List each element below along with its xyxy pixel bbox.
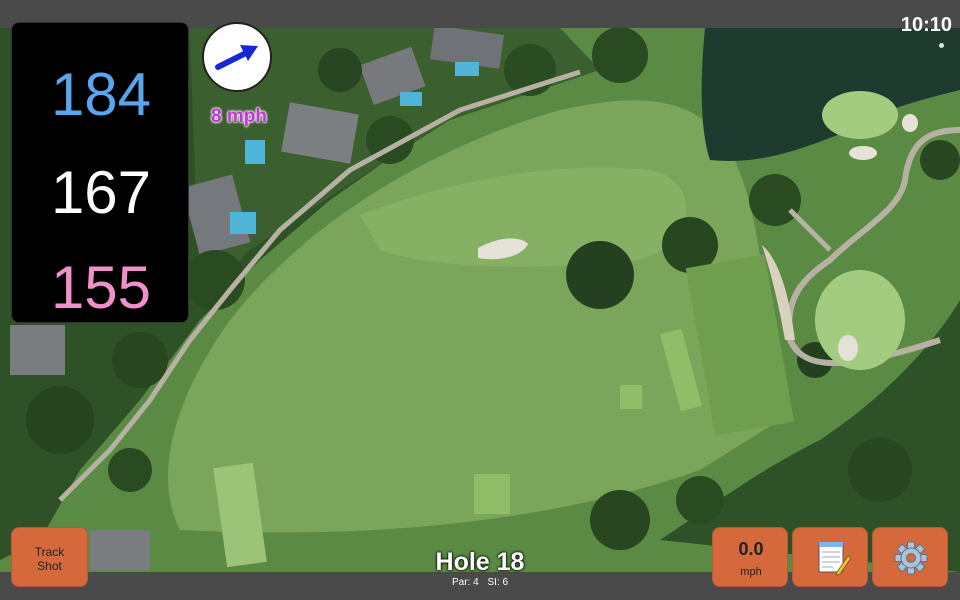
track-shot-button[interactable]: Track Shot [11,527,88,587]
gear-icon [894,541,928,575]
distance-panel: 184 167 155 [11,22,189,323]
status-indicator-dot [939,43,944,48]
hole-stroke-index: SI: 6 [487,577,509,588]
hole-details: Par: 4 SI: 6 [380,577,580,588]
clock-time: 10:10 [900,14,952,36]
notepad-icon [818,542,852,576]
wind-direction-arrow-icon [215,45,258,70]
wind-speed-unit: mph [740,566,762,578]
distance-back: 184 [50,61,152,128]
distance-front: 155 [50,254,152,321]
wind-speed-label: 8 mph [211,106,267,127]
notes-button[interactable] [792,527,868,587]
hole-title: Hole 18 [435,548,525,576]
distance-middle: 167 [50,159,152,226]
hole-par: Par: 4 [451,577,479,588]
wind-speed-value: 0.0 [738,539,764,559]
settings-button[interactable] [872,527,948,587]
wind-speed-button[interactable]: 0.0 mph [712,527,788,587]
wind-indicator [202,22,272,92]
track-shot-label: Track Shot [34,545,65,573]
